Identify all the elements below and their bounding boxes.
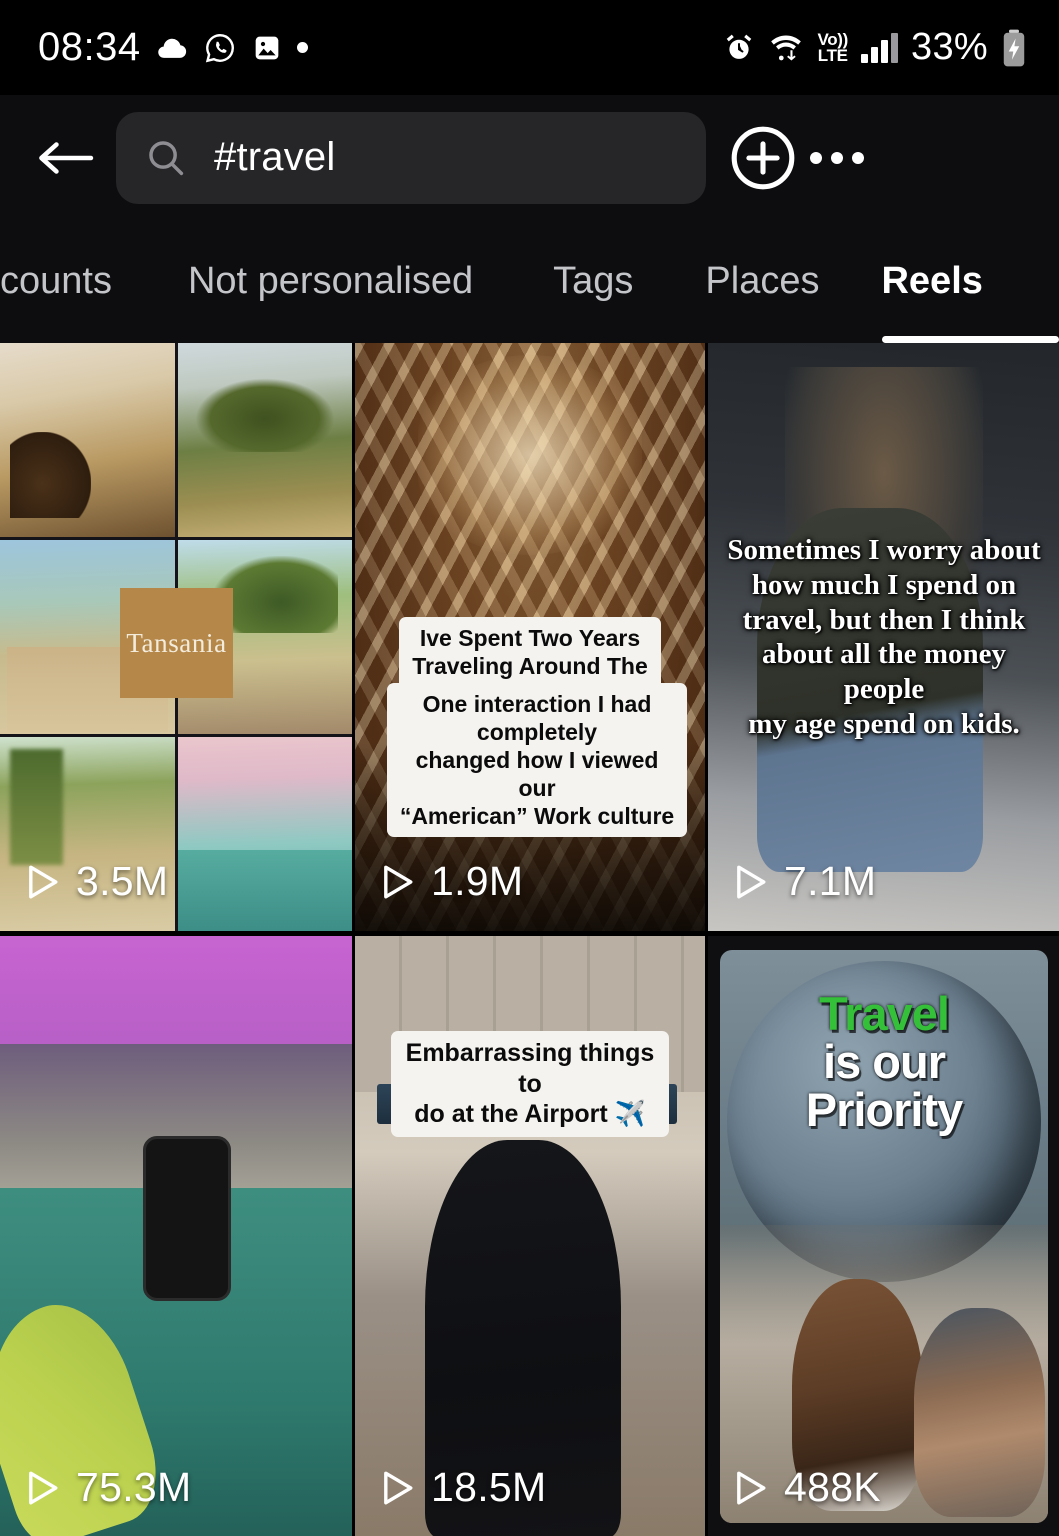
battery-percent: 33% [911, 26, 988, 68]
reel-tile-airport[interactable]: Embarrassing things to do at the Airport … [355, 936, 705, 1536]
view-count: 1.9M [381, 858, 523, 905]
reel-tile-priority[interactable]: Travel is our Priority 488K [708, 936, 1059, 1536]
battery-charging-icon [1001, 29, 1027, 67]
play-triangle-icon [29, 1471, 58, 1504]
destination-label: Tansania [120, 588, 233, 698]
tab-not-personalised[interactable]: Not personalised [188, 220, 473, 343]
reel-tile-travel-money[interactable]: Sometimes I worry about how much I spend … [708, 343, 1059, 931]
wifi-icon [768, 31, 804, 65]
reel-overlay-text: Sometimes I worry about how much I spend … [727, 534, 1041, 740]
view-count-value: 18.5M [431, 1464, 547, 1510]
destination-label-text: Tansania [126, 627, 227, 658]
play-triangle-icon [737, 1471, 766, 1504]
reel-thumbnail [355, 936, 705, 1536]
volte-icon: Vo)) LTE [817, 29, 849, 65]
view-count: 7.1M [734, 858, 876, 905]
play-triangle-icon [737, 865, 766, 898]
active-tab-indicator [882, 336, 1059, 343]
status-bar: 08:34 Vo)) LTE 33% [0, 0, 1059, 95]
search-header: #travel [0, 95, 1059, 220]
back-button[interactable] [28, 120, 104, 196]
status-bar-left: 08:34 [38, 25, 308, 70]
tab-tags[interactable]: Tags [553, 220, 633, 343]
tab-places[interactable]: Places [705, 220, 819, 343]
view-count-value: 75.3M [76, 1464, 192, 1510]
alarm-icon [723, 32, 755, 64]
photo-icon [251, 32, 283, 64]
add-button[interactable] [726, 121, 800, 195]
reel-tile-singapore[interactable]: 75.3M [0, 936, 352, 1536]
phone-screen: 08:34 Vo)) LTE 33% #travel counts Not pe… [0, 0, 1059, 1536]
tab-accounts[interactable]: counts [0, 220, 112, 343]
reel-tile-ceiling[interactable]: Ive Spent Two Years Traveling Around The … [355, 343, 705, 931]
whatsapp-icon [203, 31, 237, 65]
play-triangle-icon [384, 865, 413, 898]
search-value: #travel [214, 135, 336, 179]
reel-title-overlay: Travel is our Priority [708, 990, 1059, 1134]
more-options-button[interactable] [800, 121, 874, 195]
reel-tile-tanzania[interactable]: Tansania 3.5M [0, 343, 352, 931]
signal-bars-icon [861, 32, 899, 63]
reel-title-line-1: Travel [819, 987, 950, 1041]
tab-reels[interactable]: Reels [881, 220, 982, 343]
view-count: 18.5M [381, 1464, 546, 1511]
status-time: 08:34 [38, 25, 141, 69]
view-count-value: 7.1M [784, 858, 877, 904]
search-tabs: counts Not personalised Tags Places Reel… [0, 220, 1059, 343]
reel-caption-1: Embarrassing things to do at the Airport … [391, 1031, 669, 1137]
view-count: 3.5M [26, 858, 168, 905]
phone-shape [143, 1136, 231, 1301]
play-triangle-icon [29, 865, 58, 898]
dot-icon [296, 42, 308, 53]
reel-title-line-3: Priority [805, 1082, 964, 1136]
reel-title-line-2: is our [823, 1035, 946, 1089]
view-count-value: 1.9M [431, 858, 524, 904]
reel-caption-2: One interaction I had completely changed … [387, 683, 687, 838]
play-triangle-icon [384, 1471, 413, 1504]
view-count: 75.3M [26, 1464, 191, 1511]
search-input[interactable]: #travel [116, 111, 706, 204]
reels-grid: Tansania 3.5M Ive Spent Two Years Traveli… [0, 343, 1059, 1536]
view-count-value: 488K [784, 1464, 881, 1510]
cloud-icon [155, 31, 189, 65]
search-icon [144, 136, 188, 180]
view-count-value: 3.5M [76, 858, 169, 904]
status-bar-right: Vo)) LTE 33% [723, 26, 1027, 69]
more-options-icon [810, 151, 864, 164]
view-count: 488K [734, 1464, 881, 1511]
